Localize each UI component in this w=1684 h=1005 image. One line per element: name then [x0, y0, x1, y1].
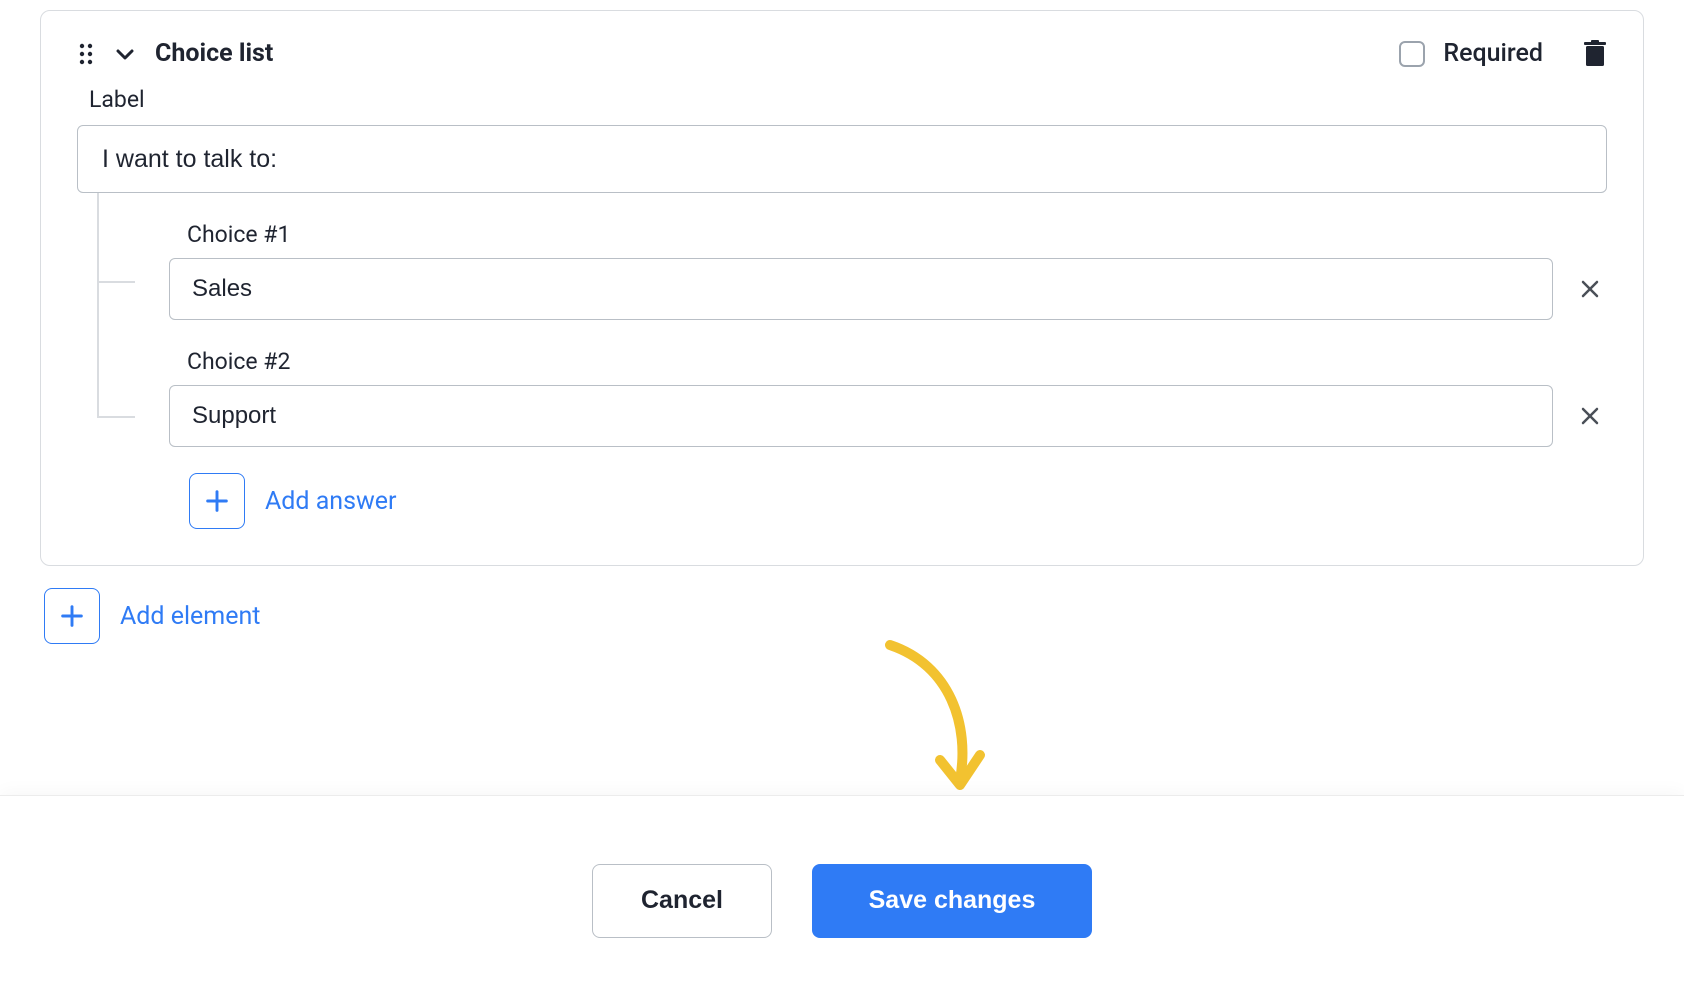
choice-input-row — [169, 258, 1607, 320]
label-input[interactable] — [77, 125, 1607, 193]
element-type-label: Choice list — [155, 39, 273, 68]
add-answer-button[interactable] — [189, 473, 245, 529]
element-header: Choice list Required — [77, 39, 1607, 68]
element-header-left: Choice list — [77, 39, 273, 68]
element-header-right: Required — [1399, 39, 1607, 68]
choices-container: Choice #1 Choice #2 — [97, 221, 1607, 529]
cancel-button[interactable]: Cancel — [592, 864, 772, 938]
required-checkbox[interactable] — [1399, 41, 1425, 67]
required-label: Required — [1443, 39, 1543, 68]
choice-input-row — [169, 385, 1607, 447]
add-answer-row: Add answer — [189, 473, 1607, 529]
choice-input[interactable] — [169, 385, 1553, 447]
choice-row: Choice #2 — [97, 348, 1607, 447]
footer-action-bar: Cancel Save changes — [0, 795, 1684, 1005]
add-element-row: Add element — [44, 588, 1644, 644]
drag-handle-icon[interactable] — [77, 42, 95, 66]
annotation-arrow-icon — [860, 635, 1000, 805]
choice-row: Choice #1 — [97, 221, 1607, 320]
choice-list-element-card: Choice list Required Label Choice #1 — [40, 10, 1644, 566]
add-answer-link[interactable]: Add answer — [265, 487, 397, 516]
label-field-caption: Label — [89, 86, 1607, 113]
remove-choice-button[interactable] — [1573, 399, 1607, 433]
tree-connector-icon — [97, 268, 135, 418]
remove-choice-button[interactable] — [1573, 272, 1607, 306]
add-element-link[interactable]: Add element — [120, 602, 260, 631]
choice-caption: Choice #1 — [187, 221, 1607, 248]
save-changes-button[interactable]: Save changes — [812, 864, 1092, 938]
add-element-button[interactable] — [44, 588, 100, 644]
choice-caption: Choice #2 — [187, 348, 1607, 375]
collapse-toggle-chevron-down-icon[interactable] — [113, 42, 137, 66]
choice-input[interactable] — [169, 258, 1553, 320]
delete-element-button[interactable] — [1583, 40, 1607, 68]
